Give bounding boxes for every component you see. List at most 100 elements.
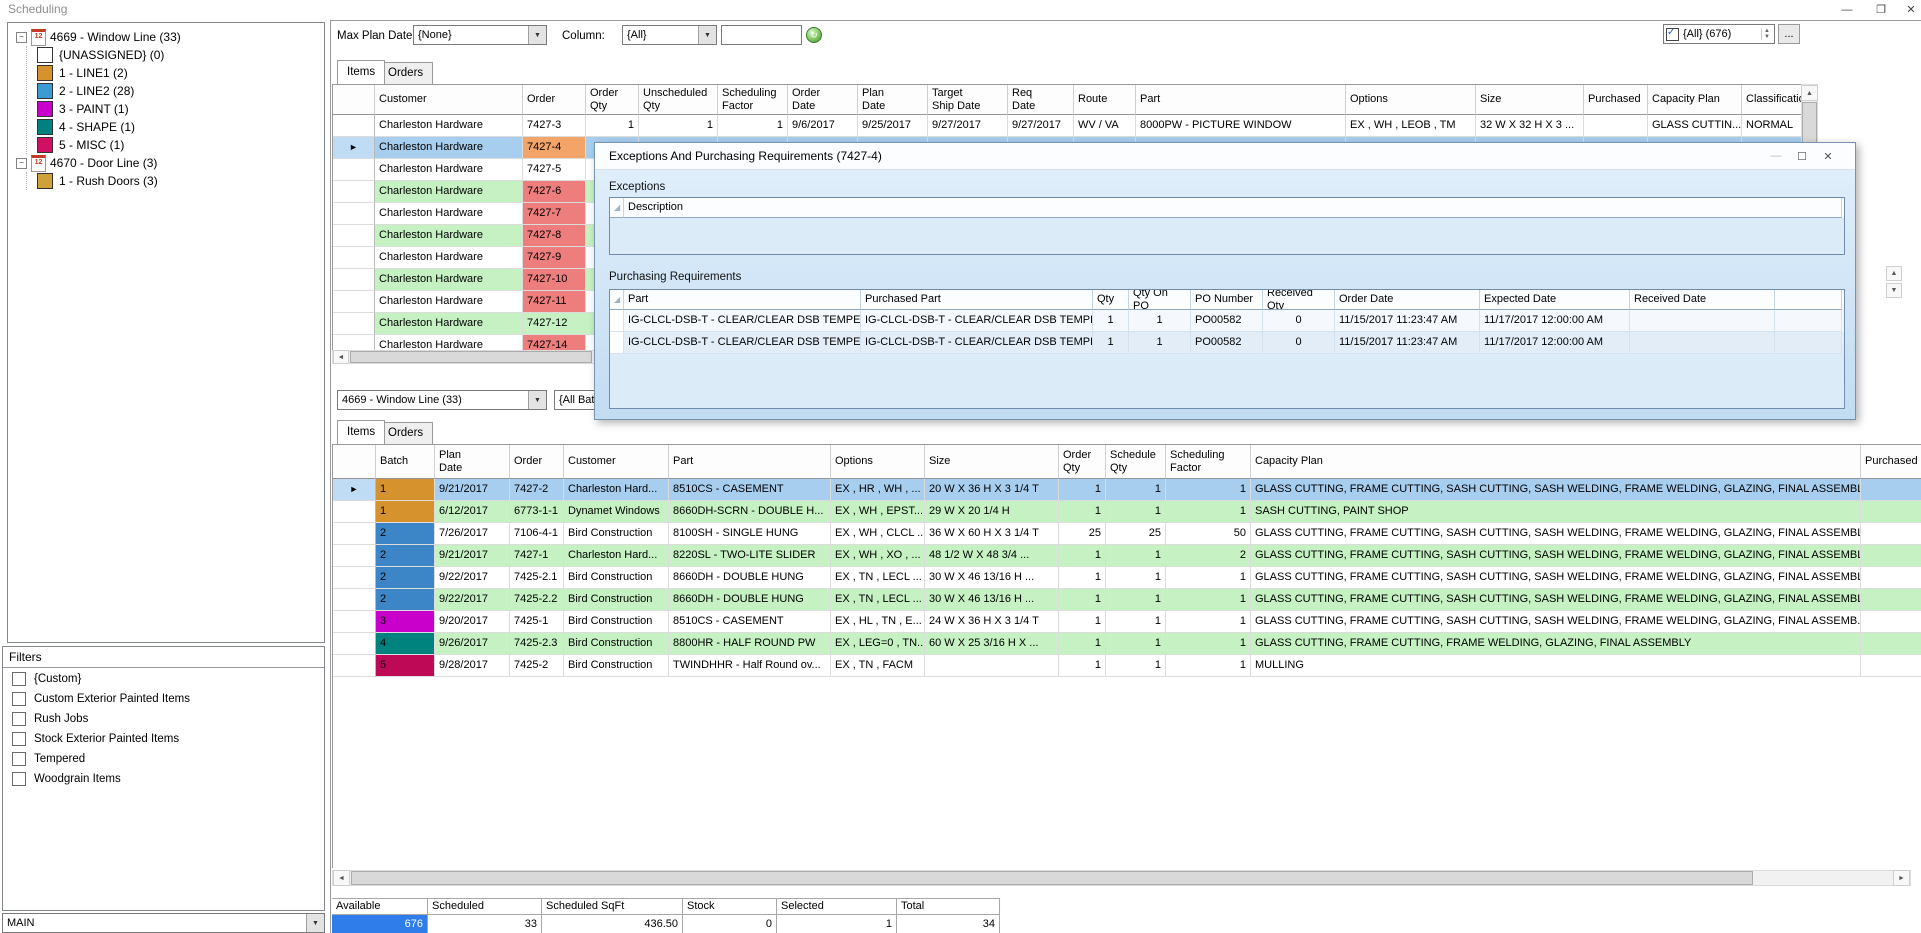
- table-cell[interactable]: 9/20/2017: [435, 611, 510, 633]
- column-header[interactable]: Part: [669, 445, 831, 479]
- table-cell[interactable]: Charleston Hard...: [564, 479, 669, 501]
- max-plan-date-select[interactable]: {None} ▼: [413, 25, 547, 45]
- tree-node-label[interactable]: 4669 - Window Line (33): [50, 28, 181, 46]
- column-header[interactable]: Purchased: [1584, 85, 1648, 115]
- batch-item-row[interactable]: 49/26/20177425-2.3Bird Construction8800H…: [333, 633, 1921, 655]
- table-cell[interactable]: [1630, 332, 1775, 354]
- scroll-right-icon[interactable]: ►: [1893, 870, 1910, 886]
- table-cell[interactable]: 1: [718, 115, 788, 137]
- table-cell[interactable]: [333, 633, 376, 655]
- table-cell[interactable]: 1: [1059, 501, 1106, 523]
- table-cell[interactable]: 7427-4: [523, 137, 586, 159]
- table-cell[interactable]: [1861, 611, 1921, 633]
- column-header[interactable]: PO Number: [1191, 290, 1263, 310]
- table-cell[interactable]: 1: [1106, 611, 1166, 633]
- table-cell[interactable]: 1: [1106, 567, 1166, 589]
- batch-color-cell[interactable]: 2: [376, 545, 435, 567]
- table-cell[interactable]: [333, 181, 375, 203]
- table-cell[interactable]: 1: [1059, 545, 1106, 567]
- tree-leaf-label[interactable]: 1 - Rush Doors (3): [59, 172, 158, 190]
- table-cell[interactable]: [333, 655, 376, 677]
- main-view-select[interactable]: MAIN ▼: [2, 913, 325, 933]
- table-cell[interactable]: Charleston Hardware: [375, 181, 523, 203]
- table-cell[interactable]: 11/15/2017 11:23:47 AM: [1335, 310, 1480, 332]
- table-cell[interactable]: Charleston Hardware: [375, 137, 523, 159]
- column-header[interactable]: Order Qty: [1059, 445, 1106, 479]
- batch-item-row[interactable]: 16/12/20176773-1-1Dynamet Windows8660DH-…: [333, 501, 1921, 523]
- tree-leaf-label[interactable]: 4 - SHAPE (1): [59, 118, 135, 136]
- batch-item-row[interactable]: ►19/21/20177427-2Charleston Hard...8510C…: [333, 479, 1921, 501]
- spinner-icon[interactable]: ▲▼: [1761, 28, 1772, 40]
- search-input[interactable]: [721, 25, 802, 45]
- chevron-down-icon[interactable]: ▼: [528, 26, 546, 44]
- table-cell[interactable]: NORMAL: [1742, 115, 1801, 137]
- table-cell[interactable]: [333, 291, 375, 313]
- table-cell[interactable]: [1861, 523, 1921, 545]
- column-header[interactable]: Order Qty: [586, 85, 639, 115]
- tab-items-bottom[interactable]: Items: [337, 420, 385, 444]
- more-options-button[interactable]: ...: [1778, 24, 1800, 44]
- batch-item-row[interactable]: 29/21/20177427-1Charleston Hard...8220SL…: [333, 545, 1921, 567]
- table-cell[interactable]: 11/17/2017 12:00:00 AM: [1480, 310, 1630, 332]
- current-row-marker[interactable]: ►: [333, 479, 376, 501]
- batch-item-row[interactable]: 39/20/20177425-1Bird Construction8510CS …: [333, 611, 1921, 633]
- table-cell[interactable]: Bird Construction: [564, 633, 669, 655]
- table-cell[interactable]: 7106-4-1: [510, 523, 564, 545]
- table-cell[interactable]: 1: [1093, 332, 1129, 354]
- table-cell[interactable]: 1: [1059, 611, 1106, 633]
- table-cell[interactable]: EX , TN , LECL ...: [831, 567, 925, 589]
- column-header[interactable]: [333, 85, 375, 115]
- table-cell[interactable]: IG-CLCL-DSB-T - CLEAR/CLEAR DSB TEMPERED: [861, 332, 1093, 354]
- column-header[interactable]: Classification: [1742, 85, 1801, 115]
- table-cell[interactable]: 6/12/2017: [435, 501, 510, 523]
- table-cell[interactable]: 8510CS - CASEMENT: [669, 479, 831, 501]
- table-cell[interactable]: 25: [1106, 523, 1166, 545]
- table-cell[interactable]: 8660DH - DOUBLE HUNG: [669, 589, 831, 611]
- tree-leaf-label[interactable]: {UNASSIGNED} (0): [59, 46, 164, 64]
- table-cell[interactable]: 8660DH-SCRN - DOUBLE H...: [669, 501, 831, 523]
- column-header[interactable]: Order Date: [788, 85, 858, 115]
- filter-checkbox-item[interactable]: Tempered: [3, 750, 324, 768]
- column-header[interactable]: ◢: [610, 198, 624, 218]
- column-header[interactable]: Size: [925, 445, 1059, 479]
- table-cell[interactable]: 7427-1: [510, 545, 564, 567]
- column-header[interactable]: Expected Date: [1480, 290, 1630, 310]
- table-cell[interactable]: 1: [1059, 633, 1106, 655]
- column-header[interactable]: Scheduling Factor: [1166, 445, 1251, 479]
- batch-color-cell[interactable]: 4: [376, 633, 435, 655]
- scrollbar-thumb[interactable]: [350, 351, 592, 363]
- chevron-down-icon[interactable]: ▼: [698, 26, 716, 44]
- filter-checkbox-item[interactable]: Custom Exterior Painted Items: [3, 690, 324, 708]
- table-cell[interactable]: 8800HR - HALF ROUND PW: [669, 633, 831, 655]
- table-cell[interactable]: 1: [1166, 479, 1251, 501]
- table-cell[interactable]: 1: [1129, 310, 1191, 332]
- table-cell[interactable]: GLASS CUTTING, FRAME CUTTING, SASH CUTTI…: [1251, 589, 1861, 611]
- table-cell[interactable]: Bird Construction: [564, 611, 669, 633]
- table-cell[interactable]: 1: [1059, 479, 1106, 501]
- table-cell[interactable]: 9/22/2017: [435, 589, 510, 611]
- column-header[interactable]: Plan Date: [858, 85, 928, 115]
- table-cell[interactable]: 7427-9: [523, 247, 586, 269]
- table-cell[interactable]: 7425-2.1: [510, 567, 564, 589]
- table-cell[interactable]: [333, 611, 376, 633]
- batch-color-cell[interactable]: 2: [376, 523, 435, 545]
- table-cell[interactable]: [333, 589, 376, 611]
- table-cell[interactable]: 11/15/2017 11:23:47 AM: [1335, 332, 1480, 354]
- tree-leaf[interactable]: 1 - Rush Doors (3): [31, 172, 322, 190]
- table-cell[interactable]: 1: [1106, 501, 1166, 523]
- batch-item-row[interactable]: 27/26/20177106-4-1Bird Construction8100S…: [333, 523, 1921, 545]
- table-cell[interactable]: 1: [1106, 655, 1166, 677]
- close-icon[interactable]: ✕: [1815, 150, 1841, 163]
- checkbox-icon[interactable]: [12, 692, 26, 706]
- table-cell[interactable]: 20 W X 36 H X 3 1/4 T: [925, 479, 1059, 501]
- column-header[interactable]: [333, 445, 376, 479]
- tree-leaf-label[interactable]: 1 - LINE1 (2): [59, 64, 128, 82]
- table-cell[interactable]: [333, 567, 376, 589]
- batch-color-cell[interactable]: 3: [376, 611, 435, 633]
- table-cell[interactable]: 9/21/2017: [435, 479, 510, 501]
- tree-leaf[interactable]: {UNASSIGNED} (0): [31, 46, 322, 64]
- table-cell[interactable]: [333, 523, 376, 545]
- table-cell[interactable]: 9/28/2017: [435, 655, 510, 677]
- column-header[interactable]: Size: [1476, 85, 1584, 115]
- filter-checkbox-item[interactable]: {Custom}: [3, 670, 324, 688]
